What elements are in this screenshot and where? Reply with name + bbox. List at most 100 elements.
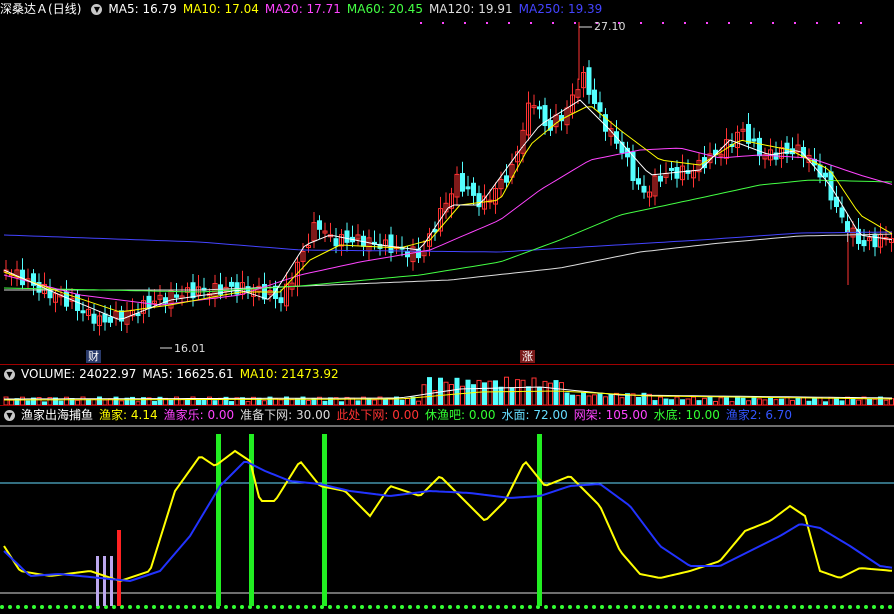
- bottom-dot: [280, 605, 284, 609]
- bottom-dot: [176, 605, 180, 609]
- signal-dot: [838, 22, 840, 24]
- candle: [636, 178, 641, 185]
- candle: [278, 297, 284, 304]
- indicator-chart[interactable]: [0, 406, 894, 614]
- bottom-dot: [64, 605, 68, 609]
- signal-dot: [486, 22, 488, 24]
- candle: [641, 185, 647, 193]
- price-panel[interactable]: 深桑达Ａ(日线) ▼ MA5: 16.79 MA10: 17.04 MA20: 17.7…: [0, 0, 894, 364]
- volume-bar: [608, 393, 614, 405]
- candle: [839, 207, 845, 218]
- bottom-dot: [160, 605, 164, 609]
- indicator-panel[interactable]: ▼ 渔家出海捕鱼 渔家: 4.14 渔家乐: 0.00 准备下网: 30.00 此处下网:…: [0, 406, 894, 614]
- bottom-dot: [600, 605, 604, 609]
- signal-dot: [750, 22, 752, 24]
- bottom-dot: [352, 605, 356, 609]
- bottom-dot: [680, 605, 684, 609]
- volume-bar: [526, 386, 531, 405]
- volume-bar: [658, 396, 663, 405]
- bottom-dot: [456, 605, 460, 609]
- volume-chart[interactable]: [0, 365, 894, 405]
- rest-bar: [216, 434, 221, 606]
- bottom-dot: [336, 605, 340, 609]
- bottom-dot: [80, 605, 84, 609]
- signal-dot: [728, 22, 730, 24]
- bottom-dot: [0, 605, 4, 609]
- bottom-dot: [592, 605, 596, 609]
- bottom-dot: [856, 605, 860, 609]
- volume-bar: [603, 396, 608, 405]
- bottom-dot: [232, 605, 236, 609]
- bottom-dot: [632, 605, 636, 609]
- signal-dot: [772, 22, 774, 24]
- bottom-dot: [832, 605, 836, 609]
- bottom-dot: [816, 605, 820, 609]
- volume-bar: [636, 396, 641, 405]
- bottom-dot: [776, 605, 780, 609]
- bottom-dot: [704, 605, 708, 609]
- bottom-dot: [408, 605, 412, 609]
- candle: [586, 67, 592, 95]
- volume-bar: [443, 381, 449, 405]
- bottom-dot: [152, 605, 156, 609]
- bottom-dot: [760, 605, 764, 609]
- bottom-dot: [392, 605, 396, 609]
- volume-bar: [482, 382, 487, 405]
- bottom-dot: [360, 605, 364, 609]
- limit-up-badge[interactable]: 涨: [520, 350, 535, 363]
- candle: [460, 173, 465, 192]
- bottom-dot: [328, 605, 332, 609]
- candle: [416, 248, 421, 259]
- bottom-dot: [472, 605, 476, 609]
- bottom-dot: [752, 605, 756, 609]
- fisher2-line: [3, 461, 893, 583]
- volume-bar: [542, 380, 548, 405]
- bottom-dot: [848, 605, 852, 609]
- candle: [597, 102, 603, 112]
- volume-bar: [515, 379, 520, 405]
- signal-dot: [706, 22, 708, 24]
- bottom-dot: [136, 605, 140, 609]
- bottom-dot: [800, 605, 804, 609]
- bottom-dot: [16, 605, 20, 609]
- candle: [504, 175, 509, 183]
- finance-badge[interactable]: 财: [86, 350, 101, 363]
- bottom-dot: [304, 605, 308, 609]
- prepare-net-bar: [103, 556, 106, 606]
- signal-dot: [860, 22, 862, 24]
- signal-dot: [640, 22, 642, 24]
- volume-bar: [498, 386, 504, 405]
- volume-bar: [471, 384, 476, 405]
- volume-bar: [597, 392, 603, 405]
- rest-bar: [537, 434, 542, 606]
- ma20-line: [3, 147, 893, 306]
- fisher-line: [3, 449, 893, 582]
- volume-bar: [20, 396, 25, 405]
- bottom-dot: [256, 605, 260, 609]
- bottom-dot: [784, 605, 788, 609]
- signal-dot: [684, 22, 686, 24]
- volume-panel[interactable]: ▼ VOLUME: 24022.97 MA5: 16625.61 MA10: 2147…: [0, 365, 894, 405]
- bottom-dot: [664, 605, 668, 609]
- price-chart[interactable]: [0, 0, 894, 364]
- candle: [80, 310, 86, 314]
- candle: [537, 106, 542, 110]
- bottom-dot: [296, 605, 300, 609]
- bottom-dot: [768, 605, 772, 609]
- bottom-dot: [376, 605, 380, 609]
- volume-bar: [812, 397, 817, 405]
- bottom-dot: [496, 605, 500, 609]
- volume-bar: [740, 397, 746, 405]
- volume-bar: [509, 387, 515, 405]
- bottom-dot: [808, 605, 812, 609]
- signal-dot: [442, 22, 444, 24]
- bottom-dot: [568, 605, 572, 609]
- bottom-dot: [720, 605, 724, 609]
- signal-dot: [662, 22, 664, 24]
- volume-bar: [570, 394, 575, 405]
- bottom-dot: [312, 605, 316, 609]
- rest-bar: [322, 434, 327, 606]
- bottom-dot: [400, 605, 404, 609]
- volume-bar: [575, 395, 581, 405]
- bottom-dot: [888, 605, 892, 609]
